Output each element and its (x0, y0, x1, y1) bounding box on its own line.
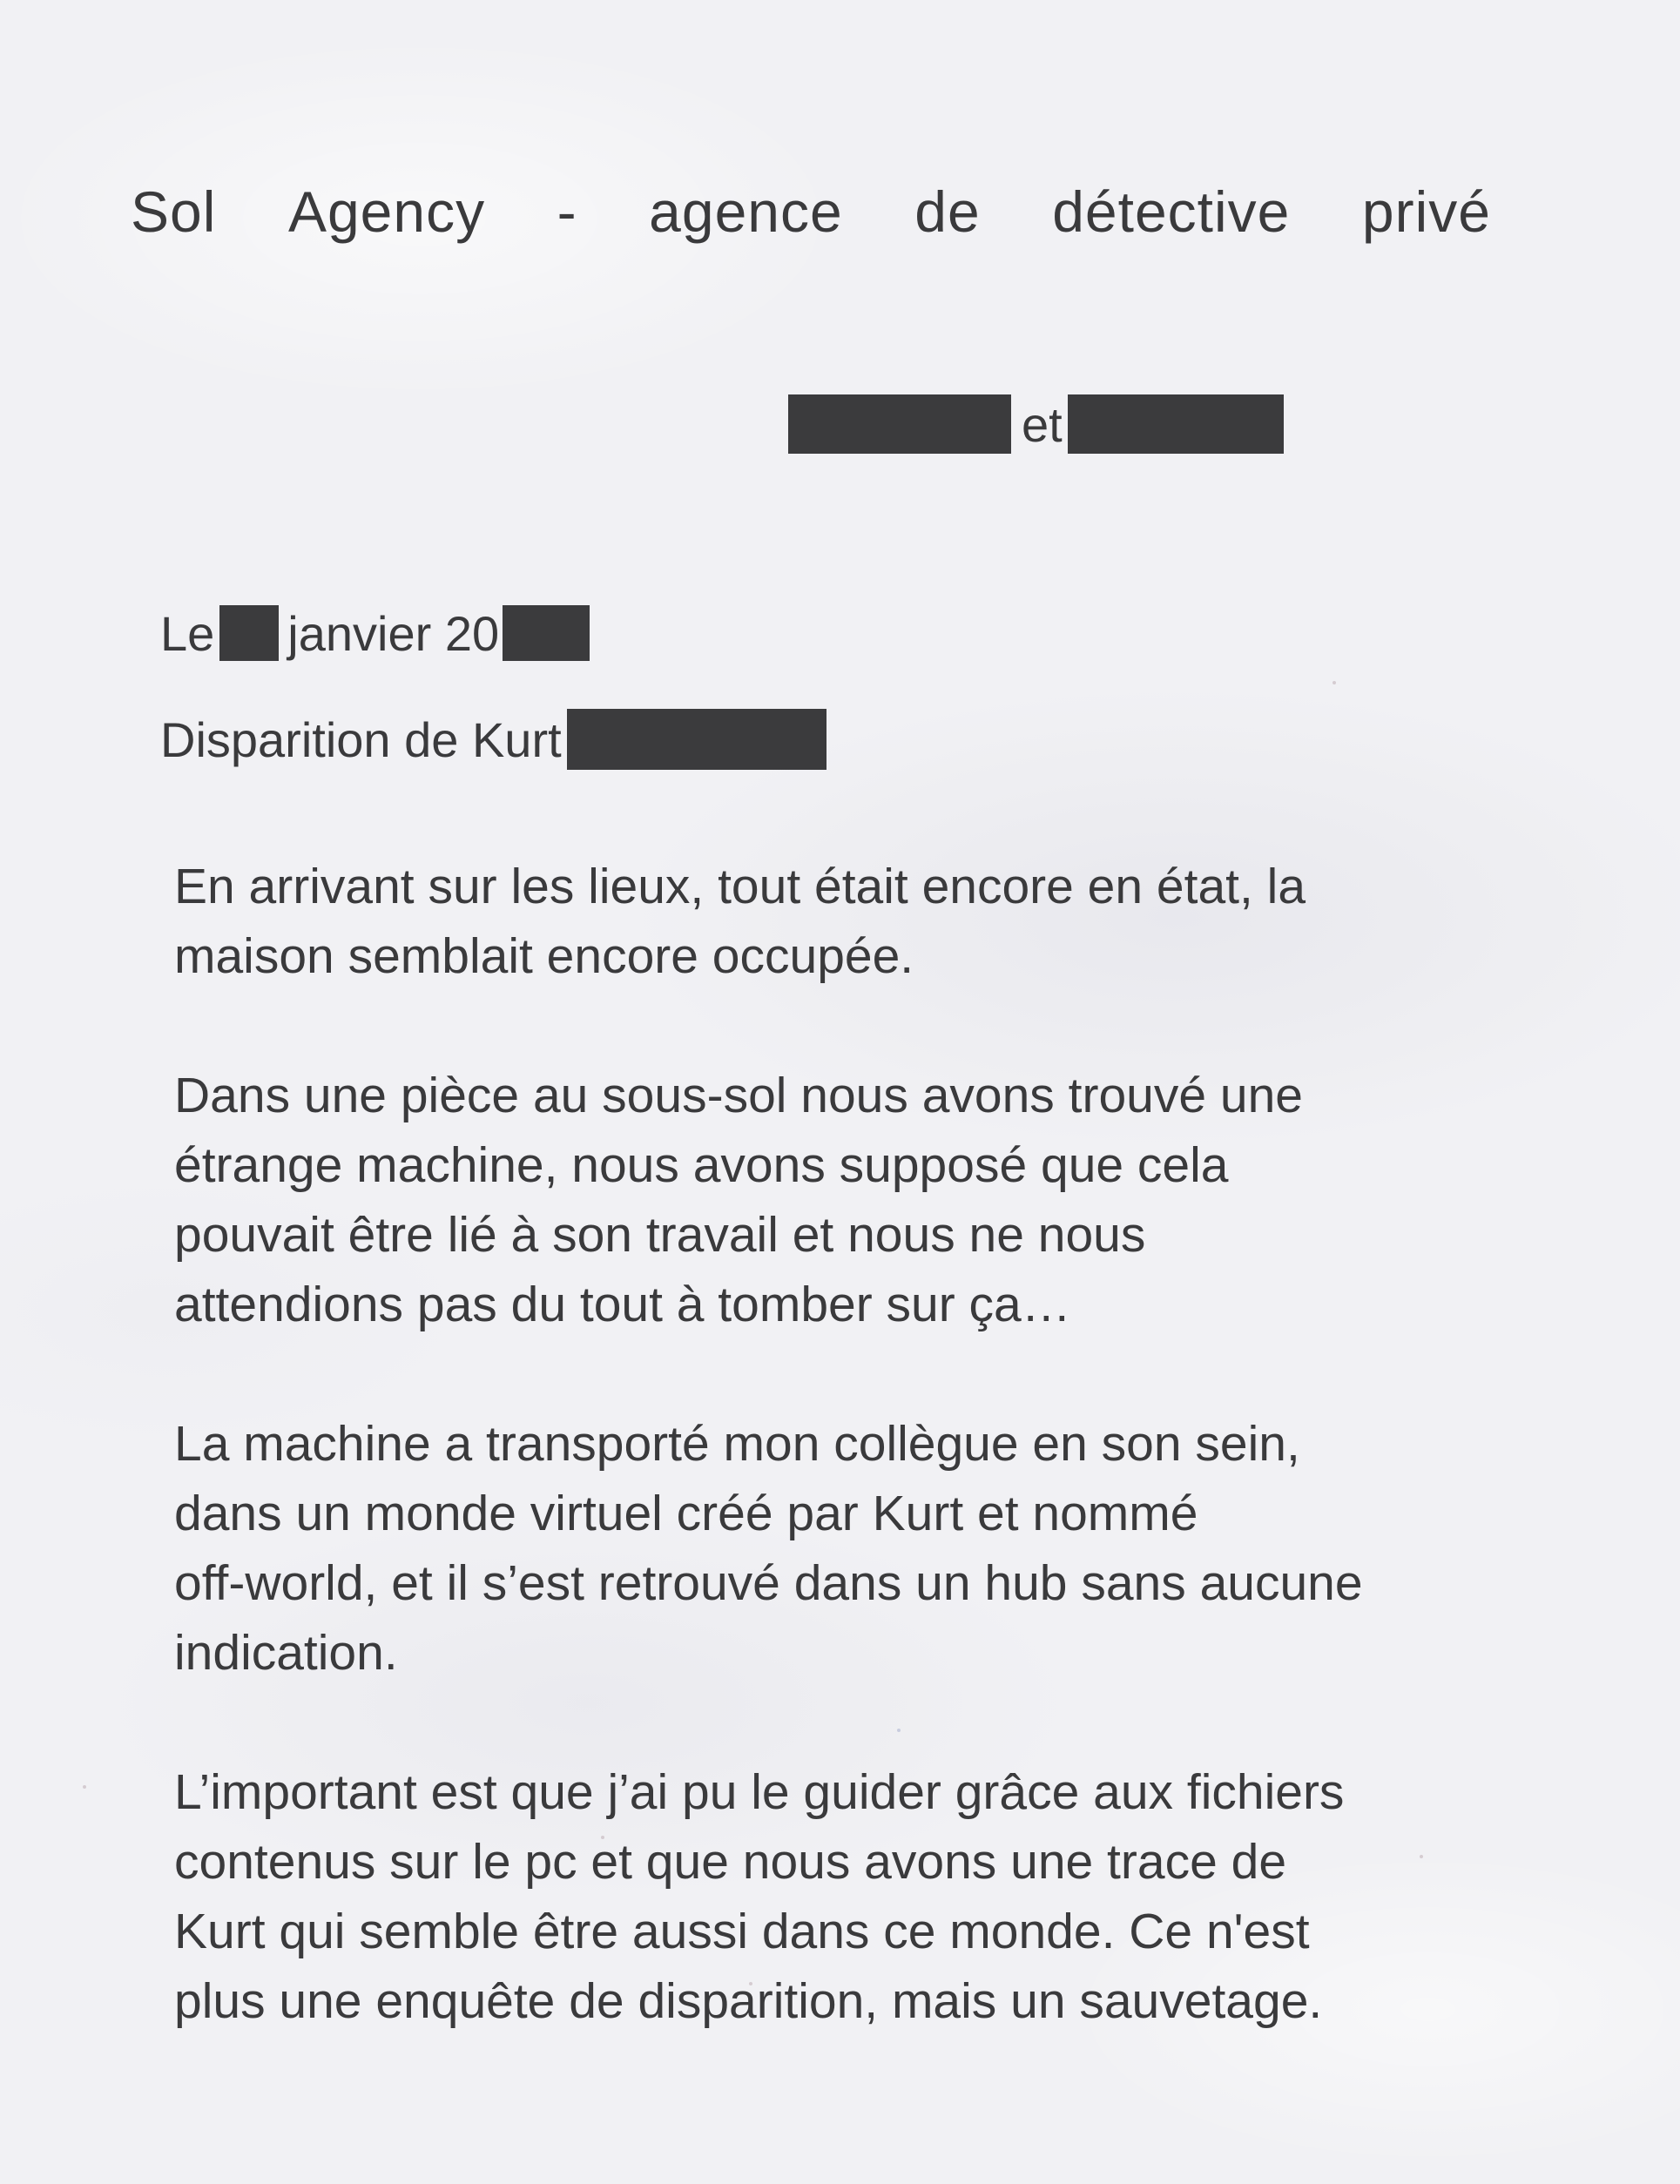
recipients-conjunction: et (1022, 396, 1063, 452)
letterhead-word: Sol (131, 179, 217, 244)
paper-speck (1333, 681, 1336, 684)
subject-line: Disparition de Kurt (160, 707, 827, 772)
letterhead-word: - (557, 179, 577, 244)
redaction-block (219, 605, 280, 661)
date-month: janvier 20 (287, 605, 500, 661)
letterhead: Sol Agency - agence de détective privé (131, 172, 1491, 252)
redaction-block (1067, 394, 1284, 454)
body-paragraph: La machine a transporté mon collègue en … (174, 1416, 1363, 1681)
letterhead-word: privé (1361, 179, 1491, 244)
body-paragraph: L’important est que j’ai pu le guider gr… (174, 1764, 1345, 2029)
date-line: Le janvier 20 (160, 601, 590, 665)
subject-text: Disparition de Kurt (160, 711, 562, 767)
body-paragraph: Dans une pièce au sous-sol nous avons tr… (174, 1068, 1303, 1332)
letterhead-word: Agency (287, 179, 486, 244)
redaction-block (503, 605, 590, 661)
redaction-block (566, 709, 827, 770)
body-paragraph: En arrivant sur les lieux, tout était en… (174, 859, 1306, 984)
letterhead-word: agence (649, 179, 843, 244)
redaction-block (788, 394, 1011, 454)
letterhead-word: détective (1052, 179, 1291, 244)
paper-speck (83, 1785, 86, 1789)
recipients-line: et (788, 394, 1284, 455)
date-prefix: Le (160, 605, 215, 661)
letter-body: En arrivant sur les lieux, tout était en… (174, 852, 1533, 2106)
document-page: Sol Agency - agence de détective privé e… (0, 0, 1680, 2184)
letterhead-word: de (914, 179, 981, 244)
